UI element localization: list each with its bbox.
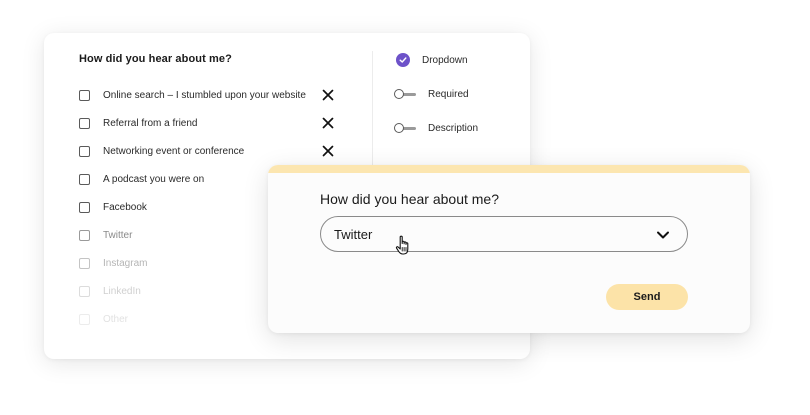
option-checkbox[interactable] <box>79 313 90 325</box>
close-icon <box>322 117 334 129</box>
required-toggle[interactable] <box>394 89 416 99</box>
preview-question-label: How did you hear about me? <box>320 191 499 207</box>
option-checkbox[interactable] <box>79 117 90 129</box>
option-checkbox[interactable] <box>79 145 90 157</box>
option-label: Other <box>103 313 129 325</box>
option-label: Referral from a friend <box>103 117 198 129</box>
description-toggle[interactable] <box>394 123 416 133</box>
option-checkbox[interactable] <box>79 173 90 185</box>
option-checkbox[interactable] <box>79 229 90 241</box>
close-icon <box>322 89 334 101</box>
option-row-referral[interactable]: Referral from a friend <box>79 115 341 131</box>
option-row-networking[interactable]: Networking event or conference <box>79 143 341 159</box>
option-label: Twitter <box>103 229 133 241</box>
option-label: Online search – I stumbled upon your web… <box>103 89 306 101</box>
check-circle-icon[interactable] <box>396 53 410 67</box>
close-icon <box>322 145 334 157</box>
remove-option-button[interactable] <box>320 115 336 131</box>
option-row-online-search[interactable]: Online search – I stumbled upon your web… <box>79 87 341 103</box>
setting-label: Dropdown <box>422 54 468 66</box>
option-checkbox[interactable] <box>79 201 90 213</box>
send-button[interactable]: Send <box>606 284 688 310</box>
builder-question-title: How did you hear about me? <box>79 53 232 65</box>
referral-source-select[interactable]: Twitter <box>320 216 688 252</box>
setting-dropdown[interactable]: Dropdown <box>396 52 468 68</box>
remove-option-button[interactable] <box>320 87 336 103</box>
setting-label: Description <box>428 122 479 134</box>
remove-option-button[interactable] <box>320 143 336 159</box>
hand-cursor-icon <box>395 235 409 255</box>
chevron-down-icon <box>657 231 669 239</box>
preview-accent-bar <box>268 165 750 173</box>
select-value: Twitter <box>334 226 373 242</box>
option-label: LinkedIn <box>103 285 141 297</box>
option-checkbox[interactable] <box>79 257 90 269</box>
option-label: Networking event or conference <box>103 145 245 157</box>
option-checkbox[interactable] <box>79 285 90 297</box>
option-label: Facebook <box>103 201 147 213</box>
setting-description[interactable]: Description <box>394 120 479 136</box>
setting-required[interactable]: Required <box>394 86 469 102</box>
option-checkbox[interactable] <box>79 89 90 101</box>
option-label: A podcast you were on <box>103 173 205 185</box>
form-preview-card: How did you hear about me? Twitter Send <box>268 165 750 333</box>
setting-label: Required <box>428 88 469 100</box>
option-label: Instagram <box>103 257 148 269</box>
